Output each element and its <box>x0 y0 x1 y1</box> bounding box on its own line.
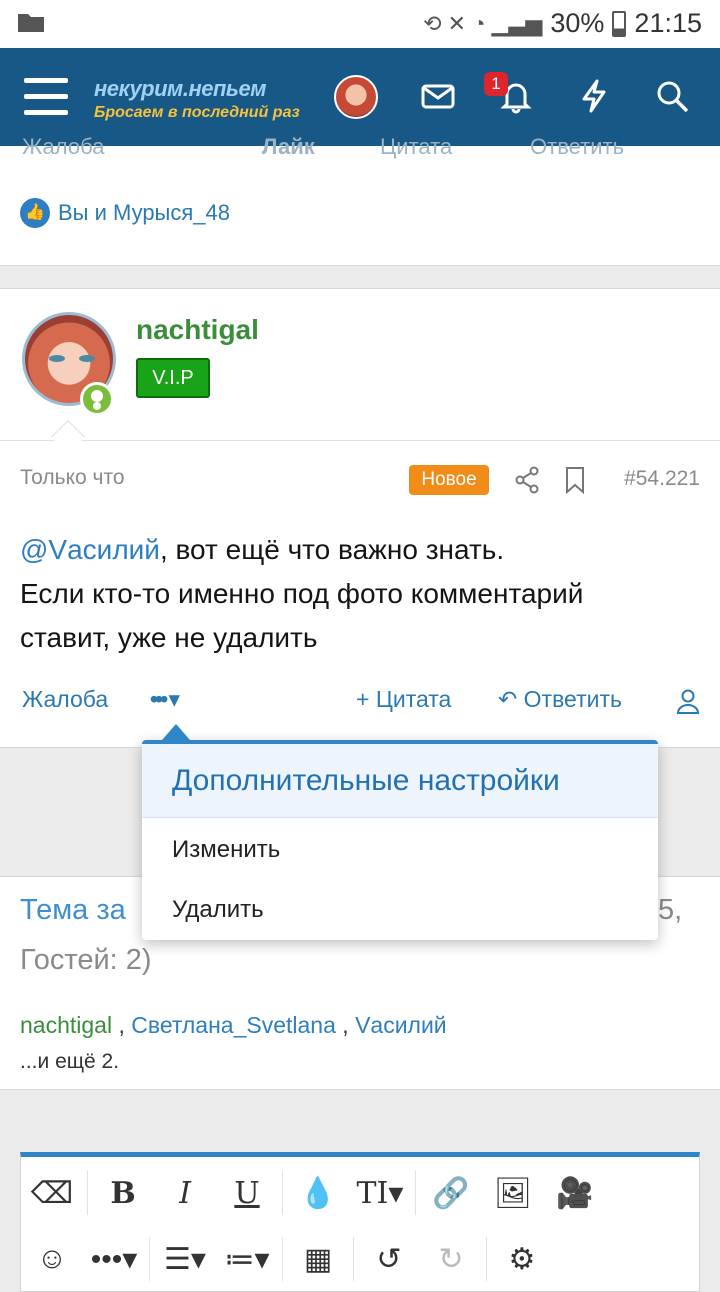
vip-badge: V.I.P <box>136 358 210 398</box>
more-options-button[interactable]: ••• ▾ <box>150 686 180 713</box>
signal-icons: ⟲ ✕ ◔ ▁▃▅ <box>423 10 543 36</box>
prev-reply-link[interactable]: Ответить <box>530 134 624 160</box>
user-icon[interactable] <box>676 688 700 714</box>
menu-title: Дополнительные настройки <box>142 744 658 818</box>
online-user-2[interactable]: Светлана_Svetlana <box>131 1012 336 1038</box>
menu-item-edit[interactable]: Изменить <box>142 818 658 878</box>
video-icon[interactable]: 🎥 <box>544 1161 606 1225</box>
site-logo[interactable]: некурим.непьем Бросаем в последний раз <box>94 76 300 122</box>
menu-icon[interactable] <box>24 78 68 116</box>
online-title[interactable]: Тема за <box>20 894 126 927</box>
redo-icon[interactable]: ↻ <box>420 1227 482 1291</box>
image-icon[interactable]: 🖼 <box>482 1161 544 1225</box>
post-text-1: , вот ещё что важно знать. <box>159 534 505 565</box>
toolbar-row-1: ⌫ B I U 💧 TI▾ 🔗 🖼 🎥 <box>21 1161 701 1225</box>
quote-link[interactable]: + Цитата <box>356 686 451 713</box>
align-icon[interactable]: ☰▾ <box>154 1227 216 1291</box>
thumbs-up-icon: 👍 <box>20 198 50 228</box>
online-title-tail: 5, <box>658 894 683 926</box>
list-icon[interactable]: ≔▾ <box>216 1227 278 1291</box>
search-icon[interactable] <box>654 78 690 114</box>
more-options-menu: Дополнительные настройки Изменить Удалит… <box>142 724 658 940</box>
online-user-1[interactable]: nachtigal <box>20 1012 112 1038</box>
mail-icon[interactable] <box>420 78 456 114</box>
author-name[interactable]: nachtigal <box>136 314 259 346</box>
user-avatar[interactable] <box>334 75 378 119</box>
table-icon[interactable]: ▦ <box>287 1227 349 1291</box>
menu-item-delete[interactable]: Удалить <box>142 878 658 938</box>
folder-icon <box>18 14 44 32</box>
bookmark-icon[interactable] <box>564 466 586 494</box>
reply-editor: ⌫ B I U 💧 TI▾ 🔗 🖼 🎥 ☺ •••▾ ☰▾ ≔▾ ▦ ↺ ↻ ⚙ <box>20 1152 700 1292</box>
post-number[interactable]: #54.221 <box>624 467 700 491</box>
online-more: ...и ещё 2. <box>20 1050 120 1073</box>
bold-icon[interactable]: B <box>92 1161 154 1225</box>
clock: 21:15 <box>634 8 702 38</box>
report-link[interactable]: Жалоба <box>22 686 108 713</box>
emoji-icon[interactable]: ☺ <box>21 1227 83 1291</box>
online-users: nachtigal , Светлана_Svetlana , Vасилий <box>20 1012 447 1038</box>
mention-link[interactable]: @Vасилий <box>20 534 160 565</box>
reply-link[interactable]: ↶ Ответить <box>498 686 622 713</box>
undo-icon[interactable]: ↺ <box>358 1227 420 1291</box>
more-tools-icon[interactable]: •••▾ <box>83 1227 145 1291</box>
share-icon[interactable] <box>514 466 540 494</box>
lightning-icon[interactable] <box>576 78 612 114</box>
toolbar-row-2: ☺ •••▾ ☰▾ ≔▾ ▦ ↺ ↻ ⚙ <box>21 1227 701 1291</box>
post-time[interactable]: Только что <box>20 466 700 490</box>
online-guests: Гостей: 2) <box>20 944 152 976</box>
eraser-icon[interactable]: ⌫ <box>21 1161 83 1225</box>
prev-like-link[interactable]: Лайк <box>262 134 315 160</box>
logo-title: некурим.непьем <box>94 76 266 101</box>
text-size-icon[interactable]: TI▾ <box>349 1161 411 1225</box>
likes-text: Вы и Мурыся_48 <box>58 200 230 225</box>
italic-icon[interactable]: I <box>154 1161 216 1225</box>
post-divider <box>0 440 720 441</box>
online-user-3[interactable]: Vасилий <box>355 1012 447 1038</box>
likes-summary[interactable]: 👍 Вы и Мурыся_48 <box>20 198 230 228</box>
app-bar: некурим.непьем Бросаем в последний раз 1 <box>0 48 720 146</box>
prev-report-link[interactable]: Жалоба <box>22 134 104 160</box>
logo-subtitle: Бросаем в последний раз <box>94 104 300 121</box>
color-drop-icon[interactable]: 💧 <box>287 1161 349 1225</box>
status-bar: ⟲ ✕ ◔ ▁▃▅ 30% 21:15 <box>0 0 720 48</box>
post-body: @Vасилий, вот ещё что важно знать. Если … <box>20 528 700 660</box>
post-text-3: ставит, уже не удалить <box>20 622 318 653</box>
underline-icon[interactable]: U <box>216 1161 278 1225</box>
post-text-2: Если кто-то именно под фото комментарий <box>20 578 584 609</box>
new-badge: Новое <box>409 465 489 495</box>
battery-icon <box>612 10 627 37</box>
link-icon[interactable]: 🔗 <box>420 1161 482 1225</box>
online-status-icon <box>80 382 114 416</box>
battery-percent: 30% <box>550 8 605 38</box>
settings-gear-icon[interactable]: ⚙ <box>491 1227 553 1291</box>
prev-quote-link[interactable]: Цитата <box>380 134 452 160</box>
notification-badge: 1 <box>484 72 508 96</box>
menu-caret <box>162 724 190 740</box>
